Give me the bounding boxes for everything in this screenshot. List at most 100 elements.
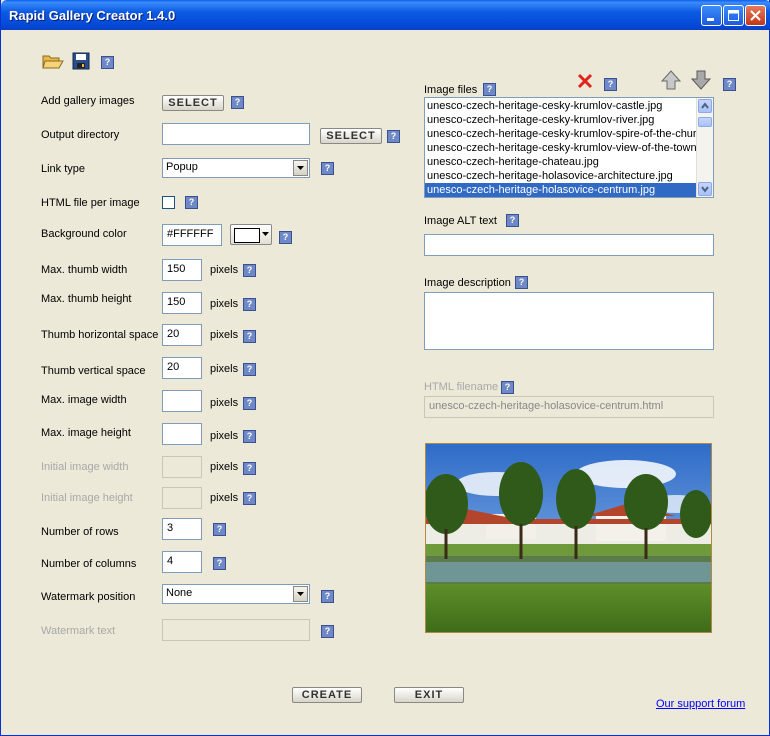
color-swatch bbox=[234, 228, 260, 243]
link-type-value: Popup bbox=[166, 161, 198, 173]
minimize-button[interactable] bbox=[701, 5, 722, 26]
max-thumb-height-unit: pixels bbox=[210, 298, 239, 310]
initial-image-height-help-icon[interactable]: ? bbox=[243, 492, 256, 505]
add-images-select-button[interactable]: SELECT bbox=[162, 95, 224, 111]
output-directory-label: Output directory bbox=[41, 129, 120, 141]
create-button[interactable]: CREATE bbox=[292, 687, 362, 703]
image-files-help-icon[interactable]: ? bbox=[483, 83, 496, 96]
toolbar-help-icon[interactable]: ? bbox=[101, 56, 114, 69]
thumb-vertical-space-input[interactable]: 20 bbox=[162, 357, 202, 379]
maximize-button[interactable] bbox=[723, 5, 744, 26]
image-list-scrollbar[interactable] bbox=[696, 98, 713, 197]
max-thumb-height-label: Max. thumb height bbox=[41, 293, 132, 305]
main-window: Rapid Gallery Creator 1.4.0 ? Add galler… bbox=[0, 0, 770, 736]
arrow-down-icon bbox=[690, 70, 712, 90]
image-file-item[interactable]: unesco-czech-heritage-holasovice-centrum… bbox=[425, 183, 698, 197]
html-filename-help-icon[interactable]: ? bbox=[501, 381, 514, 394]
thumb-vertical-space-help-icon[interactable]: ? bbox=[243, 363, 256, 376]
max-thumb-height-help-icon[interactable]: ? bbox=[243, 298, 256, 311]
thumb-vertical-space-label: Thumb vertical space bbox=[41, 365, 146, 377]
image-file-item[interactable]: unesco-czech-heritage-chateau.jpg bbox=[425, 155, 698, 169]
number-of-rows-help-icon[interactable]: ? bbox=[213, 523, 226, 536]
max-image-height-input[interactable] bbox=[162, 423, 202, 445]
remove-image-help-icon[interactable]: ? bbox=[604, 78, 617, 91]
watermark-text-input bbox=[162, 619, 310, 641]
html-file-per-image-help-icon[interactable]: ? bbox=[185, 196, 198, 209]
max-image-height-label: Max. image height bbox=[41, 427, 131, 439]
initial-image-width-unit: pixels bbox=[210, 461, 239, 473]
reorder-help-icon[interactable]: ? bbox=[723, 78, 736, 91]
support-forum-link[interactable]: Our support forum bbox=[656, 698, 745, 710]
save-project-button[interactable] bbox=[72, 52, 90, 73]
link-type-select[interactable]: Popup bbox=[162, 158, 310, 178]
exit-button[interactable]: EXIT bbox=[394, 687, 464, 703]
chevron-down-icon bbox=[262, 232, 269, 236]
number-of-columns-label: Number of columns bbox=[41, 558, 137, 570]
image-files-label: Image files bbox=[424, 84, 478, 96]
watermark-position-select[interactable]: None bbox=[162, 584, 310, 604]
color-picker-button[interactable] bbox=[230, 224, 272, 245]
background-color-help-icon[interactable]: ? bbox=[279, 231, 292, 244]
add-images-help-icon[interactable]: ? bbox=[231, 96, 244, 109]
output-directory-help-icon[interactable]: ? bbox=[387, 130, 400, 143]
number-of-columns-input[interactable]: 4 bbox=[162, 551, 202, 573]
add-gallery-images-label: Add gallery images bbox=[41, 95, 135, 107]
thumb-horizontal-space-unit: pixels bbox=[210, 329, 239, 341]
thumb-horizontal-space-help-icon[interactable]: ? bbox=[243, 330, 256, 343]
image-file-item[interactable]: unesco-czech-heritage-cesky-krumlov-cast… bbox=[425, 99, 698, 113]
scroll-down-button[interactable] bbox=[698, 182, 712, 196]
watermark-text-help-icon[interactable]: ? bbox=[321, 625, 334, 638]
image-file-item[interactable]: unesco-czech-heritage-cesky-krumlov-rive… bbox=[425, 113, 698, 127]
minimize-icon bbox=[707, 18, 714, 21]
number-of-columns-help-icon[interactable]: ? bbox=[213, 557, 226, 570]
image-alt-text-input[interactable] bbox=[424, 234, 714, 256]
background-color-input[interactable]: #FFFFFF bbox=[162, 224, 222, 246]
image-file-item[interactable]: unesco-czech-heritage-holasovice-archite… bbox=[425, 169, 698, 183]
html-file-per-image-checkbox[interactable] bbox=[162, 196, 175, 209]
background-color-label: Background color bbox=[41, 228, 127, 240]
open-project-button[interactable] bbox=[42, 52, 64, 73]
image-description-help-icon[interactable]: ? bbox=[515, 276, 528, 289]
image-alt-text-help-icon[interactable]: ? bbox=[506, 214, 519, 227]
max-thumb-width-label: Max. thumb width bbox=[41, 264, 128, 276]
image-file-item[interactable]: unesco-czech-heritage-cesky-krumlov-spir… bbox=[425, 127, 708, 141]
window-title: Rapid Gallery Creator 1.4.0 bbox=[9, 8, 176, 23]
folder-open-icon bbox=[42, 55, 64, 69]
title-bar[interactable]: Rapid Gallery Creator 1.4.0 bbox=[1, 0, 770, 30]
move-down-button[interactable] bbox=[690, 69, 712, 94]
image-description-textarea[interactable] bbox=[424, 292, 714, 350]
output-directory-select-button[interactable]: SELECT bbox=[320, 128, 382, 144]
max-thumb-height-input[interactable]: 150 bbox=[162, 292, 202, 314]
floppy-save-icon bbox=[72, 52, 90, 70]
image-file-item[interactable]: unesco-czech-heritage-holasovice-house.j… bbox=[425, 197, 698, 198]
image-files-list[interactable]: unesco-czech-heritage-cesky-krumlov-cast… bbox=[424, 97, 714, 198]
image-file-item[interactable]: unesco-czech-heritage-cesky-krumlov-view… bbox=[425, 141, 698, 155]
html-filename-label: HTML filename bbox=[424, 381, 499, 393]
scroll-up-button[interactable] bbox=[698, 99, 712, 113]
remove-image-button[interactable] bbox=[576, 72, 594, 93]
thumb-vertical-space-unit: pixels bbox=[210, 363, 239, 375]
scroll-thumb[interactable] bbox=[698, 117, 712, 127]
image-preview bbox=[425, 443, 712, 633]
max-thumb-width-input[interactable]: 150 bbox=[162, 259, 202, 281]
max-image-height-help-icon[interactable]: ? bbox=[243, 430, 256, 443]
max-image-width-help-icon[interactable]: ? bbox=[243, 397, 256, 410]
max-image-width-input[interactable] bbox=[162, 390, 202, 412]
dropdown-arrow-icon[interactable] bbox=[293, 586, 308, 602]
initial-image-width-help-icon[interactable]: ? bbox=[243, 462, 256, 475]
initial-image-height-label: Initial image height bbox=[41, 492, 133, 504]
thumb-horizontal-space-input[interactable]: 20 bbox=[162, 324, 202, 346]
dropdown-arrow-icon[interactable] bbox=[293, 160, 308, 176]
close-button[interactable] bbox=[745, 5, 766, 26]
move-up-button[interactable] bbox=[660, 69, 682, 94]
initial-image-width-label: Initial image width bbox=[41, 461, 129, 473]
max-thumb-width-help-icon[interactable]: ? bbox=[243, 264, 256, 277]
delete-x-icon bbox=[577, 73, 593, 89]
watermark-position-help-icon[interactable]: ? bbox=[321, 590, 334, 603]
output-directory-input[interactable] bbox=[162, 123, 310, 145]
number-of-rows-label: Number of rows bbox=[41, 526, 119, 538]
link-type-help-icon[interactable]: ? bbox=[321, 162, 334, 175]
initial-image-height-unit: pixels bbox=[210, 492, 239, 504]
number-of-rows-input[interactable]: 3 bbox=[162, 518, 202, 540]
max-image-width-unit: pixels bbox=[210, 397, 239, 409]
